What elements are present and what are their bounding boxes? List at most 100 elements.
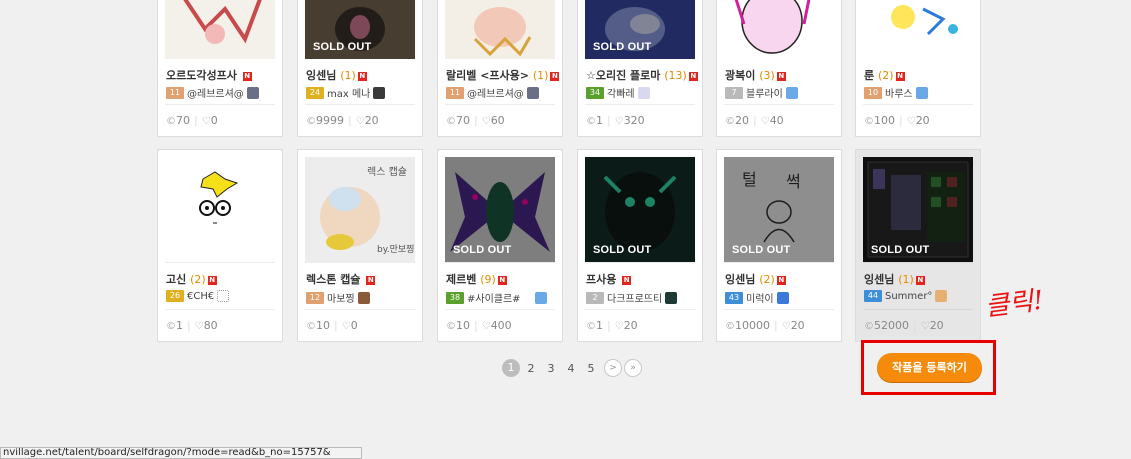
price-icon: © — [306, 321, 316, 332]
seller[interactable]: 44 Summer° — [864, 290, 948, 302]
next-page-icon[interactable]: > — [604, 359, 622, 377]
seller[interactable]: 2 다크프로뜨티 — [586, 290, 678, 305]
page-2[interactable]: 2 — [522, 362, 540, 375]
seller-name[interactable]: max 메나 — [327, 85, 370, 100]
card-thumbnail[interactable]: SOLD OUT — [863, 157, 973, 262]
talent-card[interactable]: 렉스 캡슐 by.만보찡 렉스톤 캡슐 N 12 마보찡 ©10 | ♡0 — [297, 149, 423, 342]
card-title-line[interactable]: 렉스톤 캡슐 N — [306, 271, 376, 287]
talent-card[interactable]: SOLD OUT ☆오리진 플로마 (13) N 34 각빠레 ©1 | ♡320 — [577, 0, 703, 137]
level-badge: 10 — [864, 86, 882, 99]
seller-name[interactable]: 바루스 — [885, 85, 913, 100]
seller[interactable]: 12 마보찡 — [306, 290, 370, 305]
divider — [863, 262, 973, 263]
card-title-line[interactable]: 오르도각성프사 N — [166, 67, 252, 83]
seller-name[interactable]: 다크프로뜨티 — [607, 290, 662, 305]
card-title[interactable]: 제르벤 — [446, 273, 476, 286]
card-title-line[interactable]: 룬 (2) N — [864, 67, 905, 83]
comment-count: (1) — [898, 273, 914, 286]
talent-card[interactable]: 고신 (2) N 26 €CH€ ©1 | ♡80 — [157, 149, 283, 342]
register-work-button[interactable]: 작품을 등록하기 — [877, 353, 982, 382]
card-stats: ©10 | ♡400 — [446, 319, 512, 332]
talent-card[interactable]: 털 썩 SOLD OUT 잉센님 (2) N 43 미럭이 ©10000 | ♡20 — [716, 149, 842, 342]
seller-name[interactable]: 미럭이 — [746, 290, 774, 305]
card-stats: ©100 | ♡20 — [864, 114, 930, 127]
card-title-line[interactable]: ☆오리진 플로마 (13) N — [586, 67, 698, 83]
price-icon: © — [725, 321, 735, 332]
talent-card[interactable]: SOLD OUT 제르벤 (9) N 38 #사이클르# ©10 | ♡400 — [437, 149, 563, 342]
card-thumbnail[interactable] — [165, 157, 275, 262]
seller-name[interactable]: @레브르셔@ — [467, 85, 524, 100]
seller[interactable]: 43 미럭이 — [725, 290, 789, 305]
seller[interactable]: 7 블루라이 — [725, 85, 798, 100]
seller-name[interactable]: 각빠레 — [607, 85, 635, 100]
seller-name[interactable]: €CH€ — [187, 291, 214, 302]
card-title-line[interactable]: 잉센님 (1) N — [306, 67, 367, 83]
seller-avatar — [935, 290, 948, 302]
heart-icon: ♡ — [781, 321, 791, 332]
seller-avatar — [534, 291, 547, 304]
page-5[interactable]: 5 — [582, 362, 600, 375]
seller[interactable]: 26 €CH€ — [166, 290, 230, 302]
card-thumbnail[interactable]: 렉스 캡슐 by.만보찡 — [305, 157, 415, 262]
card-title[interactable]: ☆오리진 플로마 — [586, 69, 660, 82]
card-title-line[interactable]: 잉센님 (2) N — [725, 271, 786, 287]
divider — [585, 309, 695, 310]
likes: 20 — [364, 114, 379, 127]
talent-card[interactable]: SOLD OUT 잉센님 (1) N 24 max 메나 ©9999 | ♡20 — [297, 0, 423, 137]
card-title-line[interactable]: 잉센님 (1) N — [864, 271, 925, 287]
likes: 320 — [623, 114, 645, 127]
new-badge: N — [497, 276, 507, 285]
card-thumbnail[interactable] — [445, 0, 555, 59]
card-thumbnail[interactable] — [863, 0, 973, 59]
card-title[interactable]: 렉스톤 캡슐 — [306, 273, 360, 286]
card-thumbnail[interactable]: SOLD OUT — [445, 157, 555, 262]
card-thumbnail[interactable]: SOLD OUT — [305, 0, 415, 59]
card-title[interactable]: 잉센님 — [864, 273, 894, 286]
card-title-line[interactable]: 프사용 N — [586, 271, 632, 287]
svg-text:렉스 캡슐: 렉스 캡슐 — [367, 166, 407, 178]
card-title[interactable]: 광복이 — [725, 69, 755, 82]
card-thumbnail[interactable]: SOLD OUT — [585, 157, 695, 262]
seller[interactable]: 10 바루스 — [864, 85, 928, 100]
page-1[interactable]: 1 — [502, 359, 520, 377]
seller[interactable]: 34 각빠레 — [586, 85, 650, 100]
seller[interactable]: 24 max 메나 — [306, 85, 386, 100]
price: 52000 — [874, 319, 909, 332]
card-title[interactable]: 잉센님 — [306, 69, 336, 82]
new-badge: N — [895, 72, 905, 81]
card-thumbnail[interactable]: 털 썩 SOLD OUT — [724, 157, 834, 262]
level-badge: 26 — [166, 290, 184, 302]
card-thumbnail[interactable]: SOLD OUT — [585, 0, 695, 59]
card-title[interactable]: 프사용 — [586, 273, 616, 286]
card-title[interactable]: 오르도각성프사 — [166, 69, 237, 82]
heart-icon: ♡ — [614, 116, 624, 127]
card-title[interactable]: 고신 — [166, 273, 186, 286]
seller[interactable]: 11 @레브르셔@ — [446, 85, 539, 100]
seller-name[interactable]: 마보찡 — [327, 290, 355, 305]
seller[interactable]: 11 @레브르셔@ — [166, 85, 259, 100]
page-4[interactable]: 4 — [562, 362, 580, 375]
page-3[interactable]: 3 — [542, 362, 560, 375]
talent-card[interactable]: 룬 (2) N 10 바루스 ©100 | ♡20 — [855, 0, 981, 137]
talent-card[interactable]: SOLD OUT 프사용 N 2 다크프로뜨티 ©1 | ♡20 — [577, 149, 703, 342]
talent-card[interactable]: SOLD OUT 잉센님 (1) N 44 Summer° ©52000 | ♡20 — [855, 149, 981, 342]
card-title[interactable]: 잉센님 — [725, 273, 755, 286]
seller-name[interactable]: #사이클르# — [467, 290, 521, 305]
card-thumbnail[interactable] — [724, 0, 834, 59]
talent-card[interactable]: 광복이 (3) N 7 블루라이 ©20 | ♡40 — [716, 0, 842, 137]
card-title[interactable]: 룬 — [864, 69, 874, 82]
card-title-line[interactable]: 제르벤 (9) N — [446, 271, 507, 287]
talent-card[interactable]: 랄리벨 <프사용> (1) N 11 @레브르셔@ ©70 | ♡60 — [437, 0, 563, 137]
card-title-line[interactable]: 랄리벨 <프사용> (1) N — [446, 67, 560, 83]
seller[interactable]: 38 #사이클르# — [446, 290, 547, 305]
seller-name[interactable]: @레브르셔@ — [187, 85, 244, 100]
card-title-line[interactable]: 고신 (2) N — [166, 271, 217, 287]
card-title-line[interactable]: 광복이 (3) N — [725, 67, 786, 83]
seller-name[interactable]: Summer° — [885, 291, 932, 302]
card-title[interactable]: 랄리벨 <프사용> — [446, 69, 529, 82]
likes: 60 — [490, 114, 505, 127]
seller-name[interactable]: 블루라이 — [746, 85, 783, 100]
card-thumbnail[interactable] — [165, 0, 275, 59]
talent-card[interactable]: 오르도각성프사 N 11 @레브르셔@ ©70 | ♡0 — [157, 0, 283, 137]
last-page-icon[interactable]: » — [624, 359, 642, 377]
